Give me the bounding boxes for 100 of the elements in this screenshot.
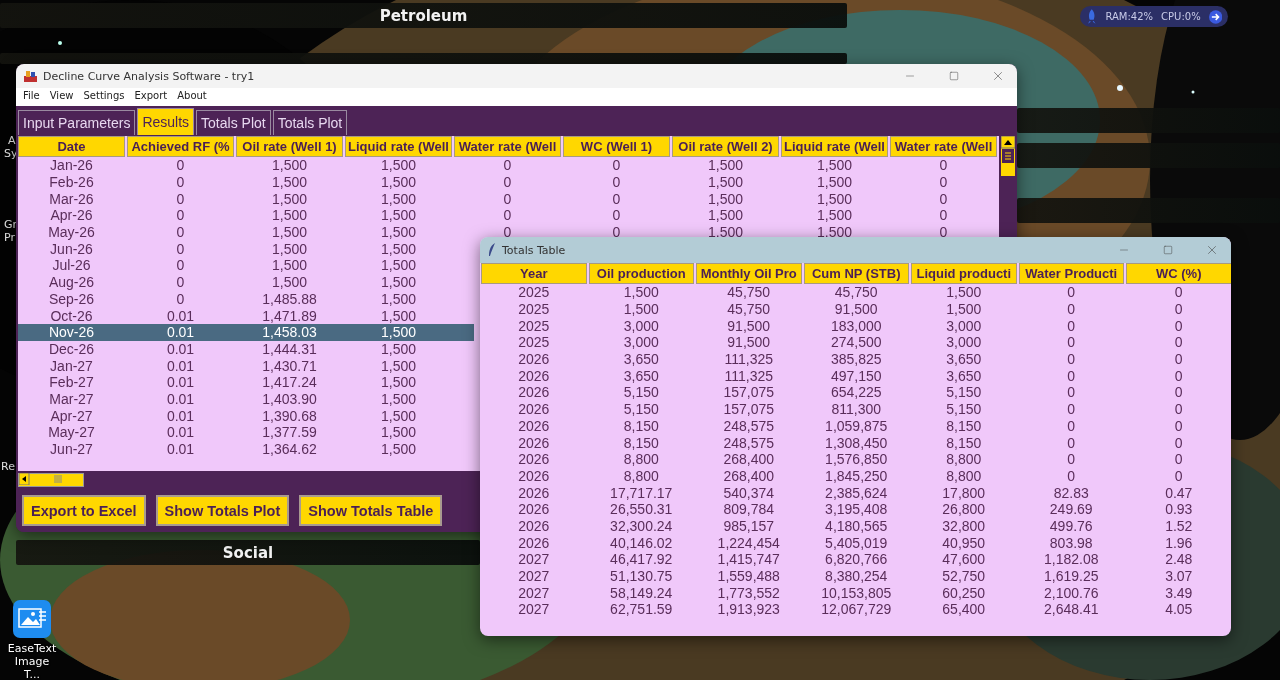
table-cell-text: 1,500 — [379, 440, 417, 458]
column-header[interactable]: Liquid rate (Well — [345, 136, 452, 157]
table-cell-text: 1,364.62 — [261, 440, 318, 458]
tab[interactable]: Totals Plot — [196, 110, 271, 135]
close-icon[interactable] — [991, 69, 1005, 83]
menu-item[interactable]: About — [172, 88, 212, 106]
table-row[interactable]: Apr-27 0.01 1,390.68 1,500 — [18, 407, 474, 424]
table-row[interactable]: Dec-26 0.01 1,444.31 1,500 — [18, 340, 474, 358]
action-button[interactable]: Export to Excel — [22, 495, 146, 526]
table-cell-text: 1,500 — [815, 173, 853, 191]
column-header[interactable]: Oil rate (Well 1) — [236, 136, 343, 157]
table-cell-text: 1,444.31 — [261, 340, 318, 358]
table-row[interactable]: Feb-27 0.01 1,417.24 1,500 — [18, 373, 474, 391]
table-cell-text: 3.49 — [1164, 584, 1194, 602]
table-row[interactable]: Feb-26 0 1,500 1,500 0 0 1,500 1,500 0 — [18, 173, 999, 191]
table-cell-text: 8,800 — [622, 467, 660, 485]
table-row[interactable]: Mar-27 0.01 1,403.90 1,500 — [18, 390, 474, 408]
window-title: Totals Table — [502, 243, 567, 257]
table-cell-text: 1,485.88 — [261, 290, 318, 308]
table-cell-text: 1,458.03 — [261, 323, 318, 341]
table-cell-text: 1,500 — [379, 340, 417, 358]
horizontal-scrollbar[interactable] — [18, 473, 84, 487]
column-header[interactable]: Date — [18, 136, 125, 157]
column-header[interactable]: Achieved RF (% — [127, 136, 234, 157]
tab[interactable]: Totals Plot — [272, 110, 348, 135]
maximize-icon[interactable] — [1163, 245, 1173, 255]
table-cell-text: 0 — [938, 157, 949, 174]
table-cell-text: 0 — [1173, 450, 1184, 468]
shortcut-label[interactable]: EaseText Image T... — [6, 642, 58, 680]
table-row[interactable]: Jul-26 0 1,500 1,500 — [18, 257, 474, 274]
action-button[interactable]: Show Totals Plot — [155, 495, 290, 526]
column-header[interactable]: Cum NP (STB) — [803, 263, 909, 284]
table-cell-text: 82.83 — [1052, 484, 1090, 501]
table-row[interactable]: May-27 0.01 1,377.59 1,500 — [18, 424, 474, 441]
table-row[interactable]: Jun-26 0 1,500 1,500 — [18, 240, 474, 258]
table-row[interactable]: May-26 0 1,500 1,500 0 0 1,500 1,500 0 — [18, 223, 999, 241]
column-header[interactable]: Water rate (Well — [890, 136, 997, 157]
table-cell-text: 2026 — [517, 467, 551, 485]
table-cell-text: 0 — [502, 157, 513, 174]
table-cell-text: 3,000 — [945, 334, 983, 351]
column-header[interactable]: Water Producti — [1018, 263, 1124, 284]
arrow-right-icon[interactable] — [1208, 9, 1222, 24]
table-cell-text: 2027 — [517, 551, 551, 568]
ram-reading: RAM:42% — [1105, 11, 1154, 22]
maximize-icon[interactable] — [949, 71, 959, 81]
fence-bar[interactable]: Petroleum — [0, 3, 847, 28]
menu-item[interactable]: View — [44, 88, 79, 106]
table-cell-text: 1,500 — [270, 173, 308, 191]
table-cell-text: 58,149.24 — [609, 584, 674, 602]
table-cell-text: 0.93 — [1164, 500, 1194, 518]
table-cell-text: 1,182.08 — [1043, 551, 1100, 568]
tab[interactable]: Results — [137, 108, 195, 135]
fence-bar[interactable]: Social — [16, 540, 480, 565]
icon-label[interactable]: Pr — [4, 231, 15, 244]
image-app-icon[interactable] — [13, 600, 51, 638]
table-cell-text: 0 — [502, 190, 513, 208]
table-row[interactable]: Apr-26 0 1,500 1,500 0 0 1,500 1,500 0 — [18, 207, 999, 224]
close-icon[interactable] — [1205, 243, 1219, 257]
table-cell-text: 26,800 — [941, 500, 987, 518]
table-cell-text: 2025 — [517, 284, 551, 301]
column-header[interactable]: WC (%) — [1126, 263, 1231, 284]
table-row[interactable]: Oct-26 0.01 1,471.89 1,500 — [18, 307, 474, 324]
table-row[interactable]: Jan-26 0 1,500 1,500 0 0 1,500 1,500 0 — [18, 157, 999, 174]
table-cell-text: May-26 — [47, 223, 96, 241]
icon-label[interactable]: A — [8, 134, 16, 147]
icon-label[interactable]: Gr — [4, 218, 18, 231]
cpu-reading: CPU:0% — [1161, 11, 1201, 22]
column-header[interactable]: Water rate (Well — [454, 136, 561, 157]
table-cell-text: 183,000 — [829, 317, 883, 335]
action-button[interactable]: Show Totals Table — [299, 495, 443, 526]
table-row[interactable]: Aug-26 0 1,500 1,500 — [18, 273, 474, 291]
table-row[interactable]: Jan-27 0.01 1,430.71 1,500 — [18, 357, 474, 374]
column-header[interactable]: Monthly Oil Pro — [696, 263, 802, 284]
table-cell-text: 1,576,850 — [824, 450, 889, 468]
column-header[interactable]: WC (Well 1) — [563, 136, 670, 157]
column-header[interactable]: Oil rate (Well 2) — [672, 136, 779, 157]
tab[interactable]: Input Parameters — [18, 110, 136, 135]
column-header[interactable]: Year — [481, 263, 587, 284]
system-monitor-widget[interactable]: RAM:42% CPU:0% — [1080, 6, 1228, 27]
table-cell-text: 1,415,747 — [716, 551, 781, 568]
menu-item[interactable]: Settings — [78, 88, 130, 106]
table-cell-text: 0 — [175, 223, 186, 241]
table-row[interactable]: Jun-27 0.01 1,364.62 1,500 — [18, 440, 474, 458]
column-header[interactable]: Liquid producti — [911, 263, 1017, 284]
table-row[interactable]: Sep-26 0 1,485.88 1,500 — [18, 290, 474, 308]
table-cell-text: 1,471.89 — [261, 307, 318, 324]
table-row[interactable]: Mar-26 0 1,500 1,500 0 0 1,500 1,500 0 — [18, 190, 999, 208]
table-cell-text: 0 — [1173, 400, 1184, 418]
column-header[interactable]: Liquid rate (Well — [781, 136, 888, 157]
table-cell-text: 2025 — [517, 300, 551, 318]
table-cell-text: Mar-27 — [48, 390, 95, 408]
menu-item[interactable]: File — [18, 88, 45, 106]
column-header[interactable]: Oil production — [588, 263, 694, 284]
table-cell-text: 1,500 — [379, 390, 417, 408]
selected-row[interactable]: Nov-26 0.01 1,458.03 1,500 — [18, 323, 474, 341]
vertical-scrollbar[interactable] — [1001, 136, 1015, 176]
icon-label[interactable]: Re — [1, 460, 15, 473]
table-cell-text: 26,550.31 — [609, 500, 674, 518]
table-cell-text: 1,224,454 — [716, 534, 781, 551]
menu-item[interactable]: Export — [129, 88, 173, 106]
